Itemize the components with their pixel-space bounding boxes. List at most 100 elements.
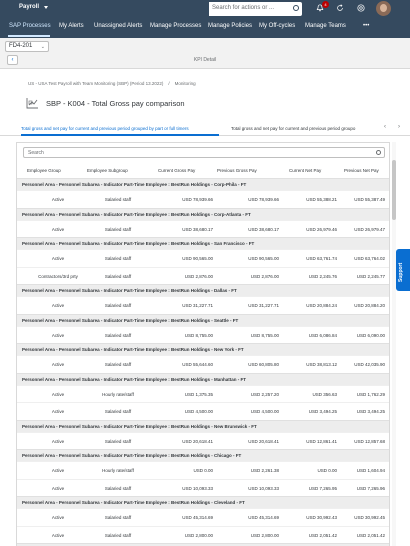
group-header-row[interactable]: Personnel Area - Personnel Subarea - Ind…: [17, 284, 389, 296]
table-cell: Contractors/3rd prty: [38, 273, 78, 279]
table-cell: USD 1,762.29: [356, 391, 385, 397]
shell-top-row: Payroll Search for actions or ... 4: [0, 0, 410, 19]
chevron-down-icon: ⌄: [40, 44, 45, 50]
help-icon[interactable]: [357, 4, 365, 12]
search-scope-selector[interactable]: [201, 2, 209, 16]
table-row[interactable]: Contractors/3rd prty Salaried staff USD 2,…: [17, 266, 389, 285]
table-cell: USD 20,884.20: [354, 303, 385, 308]
group-header-row[interactable]: Personnel Area - Personnel Subarea - Ind…: [17, 372, 389, 385]
table-row[interactable]: Active Salaried staff USD 78,939.66 USD 78,…: [17, 190, 389, 208]
group-header-row[interactable]: Personnel Area - Personnel Subarea - Ind…: [17, 343, 389, 355]
table-cell: USD 90,565.00: [182, 256, 213, 261]
nav-manage-processes[interactable]: Manage Processes: [150, 23, 201, 29]
table-row[interactable]: Active Hourly rate/staff USD 1,375.35 USD 2…: [17, 384, 389, 403]
table-row[interactable]: Active Salaried staff USD 31,227.71 USD 31,…: [17, 296, 389, 314]
table-row[interactable]: Active Salaried staff USD 10,093.33 USD 10,…: [17, 478, 389, 497]
app-menu-chevron-icon[interactable]: [44, 6, 48, 9]
group-header-row[interactable]: Personnel Area - Personnel Subarea - Ind…: [17, 313, 389, 326]
col-previous-net-pay[interactable]: Previous Net Pay: [344, 168, 379, 173]
table-header: Employee Group Employee Subgroup Current…: [17, 163, 389, 178]
group-header-row[interactable]: Personnel Area - Personnel Subarea - Ind…: [17, 449, 389, 461]
table-row[interactable]: Active Salaried staff USD 20,618.41 USD 20,…: [17, 431, 389, 450]
table-row[interactable]: Active Salaried staff USD 90,565.00 USD 90,…: [17, 249, 389, 267]
table-cell: Salaried staff: [104, 197, 132, 202]
breadcrumb-item-monitoring[interactable]: Monitoring: [175, 81, 196, 86]
support-button[interactable]: Support: [396, 249, 410, 291]
table-cell: USD 90,565.00: [248, 256, 279, 261]
user-avatar[interactable]: [376, 1, 391, 16]
nav-overflow-button[interactable]: •••: [363, 23, 369, 29]
table-cell: USD 7,265.95: [308, 485, 337, 491]
group-header-row[interactable]: Personnel Area - Personnel Subarea - Ind…: [17, 496, 389, 508]
refresh-icon[interactable]: [336, 4, 344, 12]
table-cell: USD 38,680.17: [248, 226, 279, 232]
search-icon[interactable]: [376, 150, 381, 155]
table-cell: Hourly rate/staff: [102, 468, 134, 473]
table-row[interactable]: Active Hourly rate/staff USD 0.00 USD 2,261…: [17, 461, 389, 479]
col-previous-gross-pay[interactable]: Previous Gross Pay: [217, 168, 257, 173]
group-header-row[interactable]: Personnel Area - Personnel Subarea - Ind…: [17, 178, 389, 190]
table-cell: Active: [51, 485, 65, 491]
table-cell: USD 12,857.68: [354, 438, 385, 444]
table-cell: Salaried staff: [104, 226, 132, 232]
shell-nav-row: SAP Processes My Alerts Unassigned Alert…: [0, 19, 410, 36]
table-cell: USD 10,093.33: [182, 485, 213, 491]
system-selector[interactable]: FD4-201 ⌄: [5, 41, 49, 52]
table-search-input[interactable]: Search: [23, 147, 385, 158]
table-cell: USD 26,979.46: [306, 226, 337, 232]
search-icon[interactable]: [293, 5, 299, 11]
col-current-net-pay[interactable]: Current Net Pay: [289, 168, 321, 173]
table-cell: Active: [51, 226, 65, 232]
tab-scroll-right-icon[interactable]: ›: [398, 124, 400, 130]
table-cell: Salaried staff: [104, 438, 132, 444]
col-employee-group[interactable]: Employee Group: [27, 168, 61, 173]
table-cell: Active: [51, 391, 65, 397]
table-row[interactable]: Active Salaried staff USD 55,644.60 USD 60,…: [17, 355, 389, 373]
table-cell: USD 356.63: [312, 391, 337, 397]
table-cell: USD 1,604.94: [356, 468, 385, 473]
table-cell: Salaried staff: [104, 273, 132, 279]
table-cell: USD 1,375.35: [184, 391, 213, 397]
table-cell: USD 2,051.42: [308, 532, 337, 538]
group-header-row[interactable]: Personnel Area - Personnel Subarea - Ind…: [17, 207, 389, 220]
nav-manage-teams[interactable]: Manage Teams: [305, 23, 346, 29]
table-cell: Active: [51, 332, 65, 338]
tab-part-full-timers[interactable]: Total gross and net pay for current and …: [21, 126, 189, 131]
notification-badge: 4: [322, 1, 329, 8]
table-cell: Active: [51, 438, 65, 444]
table-cell: Active: [51, 256, 65, 261]
tab-second-grouping[interactable]: Total gross and net pay for current and …: [231, 126, 355, 131]
breadcrumb-item-payroll[interactable]: US - USA Test Payroll with Team Monitori…: [28, 81, 163, 86]
table-row[interactable]: Active Salaried staff USD 2,800.00 USD 2,80…: [17, 525, 389, 544]
table-cell: USD 60,805.80: [248, 362, 279, 367]
table-row[interactable]: Active Salaried staff USD 4,500.00 USD 4,50…: [17, 402, 389, 420]
table-cell: USD 3,494.25: [356, 409, 385, 414]
table-cell: USD 78,939.66: [182, 197, 213, 202]
table-cell: USD 0.00: [317, 468, 337, 473]
table-cell: Salaried staff: [104, 332, 132, 338]
table-cell: USD 8,755.00: [184, 332, 213, 338]
table-body: Personnel Area - Personnel Subarea - Ind…: [17, 178, 389, 546]
col-current-gross-pay[interactable]: Current Gross Pay: [158, 168, 195, 173]
table-cell: USD 2,876.00: [250, 273, 279, 279]
table-cell: USD 20,618.41: [248, 438, 279, 444]
tab-scroll-left-icon[interactable]: ‹: [384, 124, 386, 130]
table-row[interactable]: Active Salaried staff USD 8,755.00 USD 8,75…: [17, 325, 389, 344]
col-employee-subgroup[interactable]: Employee Subgroup: [87, 168, 128, 173]
nav-unassigned-alerts[interactable]: Unassigned Alerts: [94, 23, 142, 29]
table-scrollbar-thumb[interactable]: [392, 160, 396, 220]
active-tab-indicator: [21, 134, 219, 136]
nav-my-alerts[interactable]: My Alerts: [59, 23, 84, 29]
group-header-row[interactable]: Personnel Area - Personnel Subarea - Ind…: [17, 419, 389, 432]
table-row[interactable]: Active Salaried staff USD 45,314.69 USD 45,…: [17, 508, 389, 526]
table-cell: USD 45,314.69: [248, 515, 279, 520]
page-title: KPI Detail: [193, 57, 217, 63]
app-title[interactable]: Payroll: [19, 4, 39, 10]
nav-my-off-cycles[interactable]: My Off-cycles: [259, 23, 295, 29]
group-header-row[interactable]: Personnel Area - Personnel Subarea - Ind…: [17, 237, 389, 249]
nav-sap-processes[interactable]: SAP Processes: [9, 23, 51, 29]
table-row[interactable]: Active Salaried staff USD 38,680.17 USD 38,…: [17, 219, 389, 238]
nav-manage-policies[interactable]: Manage Policies: [208, 23, 252, 29]
table-search-placeholder: Search: [28, 150, 44, 156]
global-search-field[interactable]: Search for actions or ...: [201, 2, 302, 16]
